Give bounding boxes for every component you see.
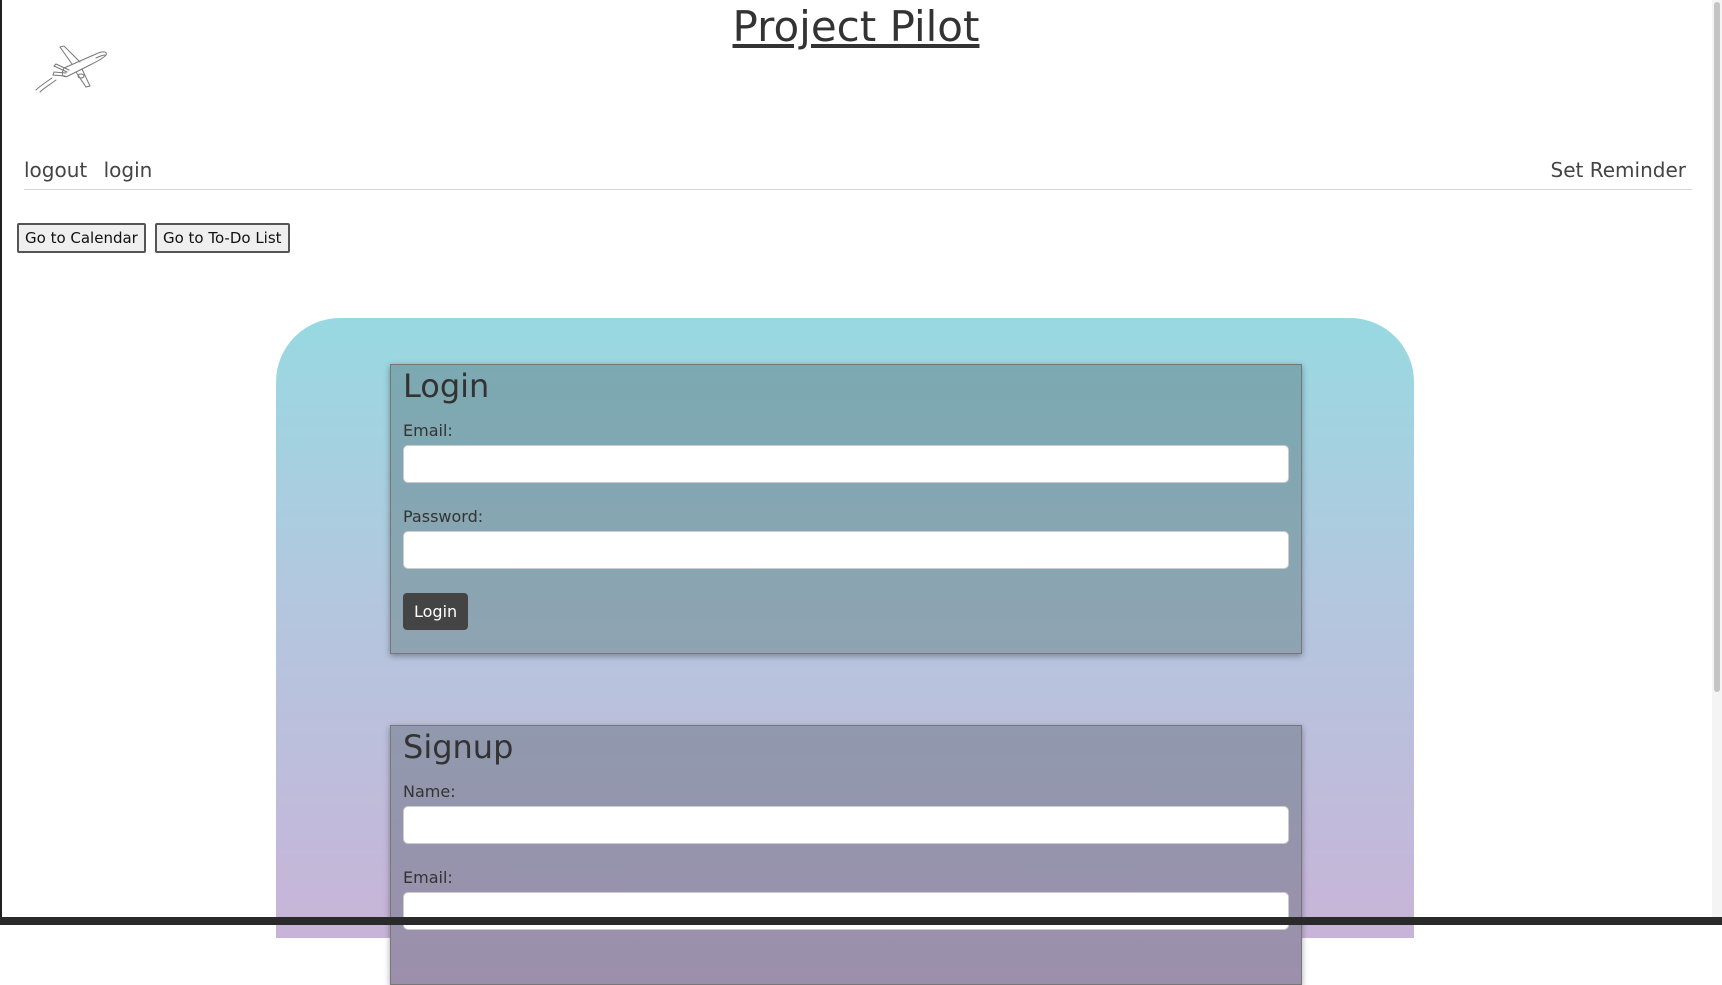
signup-heading: Signup	[403, 728, 514, 766]
quick-actions: Go to Calendar Go to To-Do List	[17, 223, 294, 253]
login-password-input[interactable]	[403, 531, 1289, 569]
logout-link[interactable]: logout	[24, 158, 87, 182]
login-email-label: Email:	[403, 421, 453, 440]
go-to-todo-list-button[interactable]: Go to To-Do List	[154, 223, 290, 253]
login-link[interactable]: login	[104, 158, 153, 182]
login-panel: Login Email: Password: Login	[390, 364, 1302, 654]
login-password-label: Password:	[403, 507, 484, 526]
signup-name-input[interactable]	[403, 806, 1289, 844]
window-frame-left	[0, 0, 2, 925]
signup-panel: Signup Name: Email:	[390, 725, 1302, 985]
login-submit-button[interactable]: Login	[403, 593, 469, 630]
scrollbar-thumb[interactable]	[1714, 2, 1720, 692]
set-reminder-link[interactable]: Set Reminder	[1551, 158, 1686, 182]
top-nav: logout login Set Reminder	[24, 158, 1692, 190]
window-frame-bottom	[0, 917, 1722, 925]
nav-left-links: logout login	[24, 158, 162, 182]
signup-email-label: Email:	[403, 868, 453, 887]
login-heading: Login	[403, 367, 490, 405]
page-title[interactable]: Project Pilot	[0, 2, 1712, 51]
go-to-calendar-button[interactable]: Go to Calendar	[17, 223, 146, 253]
login-email-input[interactable]	[403, 445, 1289, 483]
auth-card: Login Email: Password: Login Signup Name…	[276, 318, 1414, 985]
signup-name-label: Name:	[403, 782, 456, 801]
